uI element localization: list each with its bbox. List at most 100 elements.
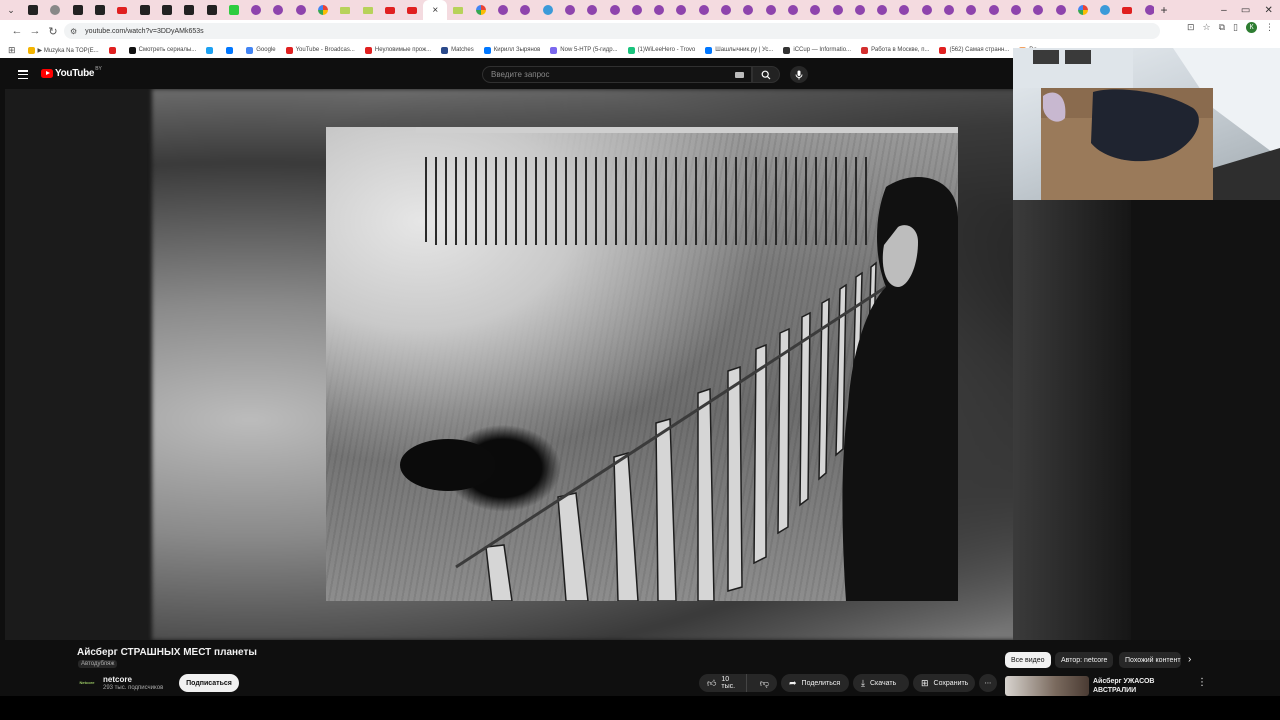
bookmark-item[interactable]: Шашлычник.ру | Ус... xyxy=(705,46,773,54)
tab-search-icon[interactable]: ⌄ xyxy=(0,0,22,20)
keyboard-icon[interactable] xyxy=(735,72,744,78)
tab[interactable] xyxy=(960,0,982,20)
minimize-button[interactable]: – xyxy=(1221,5,1227,16)
back-icon[interactable]: ← xyxy=(8,25,26,37)
tab[interactable] xyxy=(470,0,492,20)
tab[interactable] xyxy=(267,0,289,20)
tab-active[interactable]: × xyxy=(423,0,448,20)
tab[interactable] xyxy=(200,0,222,20)
bookmark-item[interactable]: iCCup — Informatio... xyxy=(783,46,851,54)
tab[interactable] xyxy=(715,0,737,20)
recommendation-menu-icon[interactable]: ⋮ xyxy=(1197,677,1207,688)
bookmark-item[interactable] xyxy=(226,46,236,54)
tab[interactable] xyxy=(893,0,915,20)
recommendation-title[interactable]: Айсберг УЖАСОВ АВСТРАЛИИ xyxy=(1093,677,1183,695)
tab[interactable] xyxy=(737,0,759,20)
bookmark-item[interactable]: Неуловимые прож... xyxy=(364,46,431,54)
tab[interactable] xyxy=(492,0,514,20)
bookmark-item[interactable]: Работа в Москве, п... xyxy=(861,46,929,54)
tab[interactable] xyxy=(290,0,312,20)
tab[interactable] xyxy=(44,0,66,20)
tab[interactable] xyxy=(1027,0,1049,20)
profile-avatar[interactable]: К xyxy=(1246,22,1257,33)
tab[interactable] xyxy=(782,0,804,20)
bookmark-item[interactable]: ▶ Muzyka Na TOP(E... xyxy=(27,46,99,54)
tab[interactable] xyxy=(178,0,200,20)
tab[interactable] xyxy=(245,0,267,20)
video-frame[interactable] xyxy=(326,127,958,601)
tab[interactable] xyxy=(670,0,692,20)
bookmark-item[interactable] xyxy=(108,46,119,54)
bookmark-item[interactable]: Кирилл Зырянов xyxy=(483,46,540,54)
tab[interactable] xyxy=(1072,0,1094,20)
tab[interactable] xyxy=(111,0,133,20)
bookmark-item[interactable]: (1)WiLeeHero - Trovo xyxy=(627,46,695,54)
tab[interactable] xyxy=(916,0,938,20)
channel-name[interactable]: netcore xyxy=(103,675,132,684)
tab[interactable] xyxy=(537,0,559,20)
bookmark-item[interactable]: (562) Самая странн... xyxy=(939,46,1009,54)
tab[interactable] xyxy=(581,0,603,20)
bookmark-item[interactable]: Смотреть сериалы... xyxy=(128,46,196,54)
tab[interactable] xyxy=(849,0,871,20)
tab[interactable] xyxy=(379,0,401,20)
tab[interactable] xyxy=(603,0,625,20)
dislike-button[interactable]: 👎︎ xyxy=(752,674,777,692)
bookmark-item[interactable]: YouTube - Broadcas... xyxy=(285,46,355,54)
tab[interactable] xyxy=(223,0,245,20)
site-info-icon[interactable]: ⚙ xyxy=(70,27,77,36)
chip-similar-content[interactable]: Похожий контент xyxy=(1119,652,1181,668)
like-button[interactable]: 👍︎ 10 тыс. xyxy=(699,674,747,692)
sidebar-icon[interactable]: ▯ xyxy=(1233,22,1238,33)
maximize-button[interactable]: ▭ xyxy=(1241,5,1250,16)
tab[interactable] xyxy=(826,0,848,20)
tab[interactable] xyxy=(648,0,670,20)
video-player[interactable] xyxy=(5,89,1013,640)
bookmark-star-icon[interactable]: ☆ xyxy=(1203,22,1211,33)
close-window-button[interactable]: ✕ xyxy=(1264,5,1272,16)
bookmark-item[interactable] xyxy=(206,46,216,54)
tab[interactable] xyxy=(693,0,715,20)
bookmark-item[interactable]: Matches xyxy=(441,46,474,54)
install-icon[interactable]: ⊡ xyxy=(1187,22,1195,33)
search-input[interactable] xyxy=(482,66,752,83)
chip-author[interactable]: Автор: netcore xyxy=(1055,652,1114,668)
youtube-logo[interactable]: YouTube BY xyxy=(41,66,102,79)
forward-icon[interactable]: → xyxy=(26,25,44,37)
tab[interactable] xyxy=(89,0,111,20)
tab[interactable] xyxy=(760,0,782,20)
tab[interactable] xyxy=(312,0,334,20)
tab[interactable] xyxy=(133,0,155,20)
search-button[interactable] xyxy=(752,66,780,83)
bookmark-item[interactable]: Google xyxy=(246,46,276,54)
tab[interactable] xyxy=(514,0,536,20)
extensions-icon[interactable]: ⧉ xyxy=(1219,22,1225,33)
tab[interactable] xyxy=(447,0,469,20)
bookmark-item[interactable]: Now 5-HTP (5-гидр... xyxy=(550,46,618,54)
recommendation-thumbnail[interactable] xyxy=(1005,676,1089,696)
new-tab-button[interactable]: + xyxy=(1154,3,1174,17)
reload-icon[interactable]: ↻ xyxy=(44,25,62,38)
close-tab-icon[interactable]: × xyxy=(432,5,438,16)
tab[interactable] xyxy=(804,0,826,20)
share-button[interactable]: ➦ Поделиться xyxy=(781,674,849,692)
tab[interactable] xyxy=(1005,0,1027,20)
more-actions-button[interactable]: ⋯ xyxy=(979,674,997,692)
tab[interactable] xyxy=(871,0,893,20)
tab[interactable] xyxy=(1094,0,1116,20)
tab[interactable] xyxy=(626,0,648,20)
voice-search-button[interactable] xyxy=(790,66,808,83)
chevron-right-icon[interactable]: › xyxy=(1188,654,1191,665)
tab[interactable] xyxy=(1049,0,1071,20)
url-text[interactable]: youtube.com/watch?v=3DDyAMk653s xyxy=(85,28,203,35)
subscribe-button[interactable]: Подписаться xyxy=(179,674,239,692)
tab[interactable] xyxy=(982,0,1004,20)
tab[interactable] xyxy=(156,0,178,20)
menu-icon[interactable] xyxy=(18,70,28,79)
tab[interactable] xyxy=(334,0,356,20)
tab[interactable] xyxy=(1116,0,1138,20)
tab[interactable] xyxy=(356,0,378,20)
tab[interactable] xyxy=(938,0,960,20)
chrome-menu-icon[interactable]: ⋮ xyxy=(1265,22,1274,33)
save-button[interactable]: ⊞ Сохранить xyxy=(913,674,975,692)
